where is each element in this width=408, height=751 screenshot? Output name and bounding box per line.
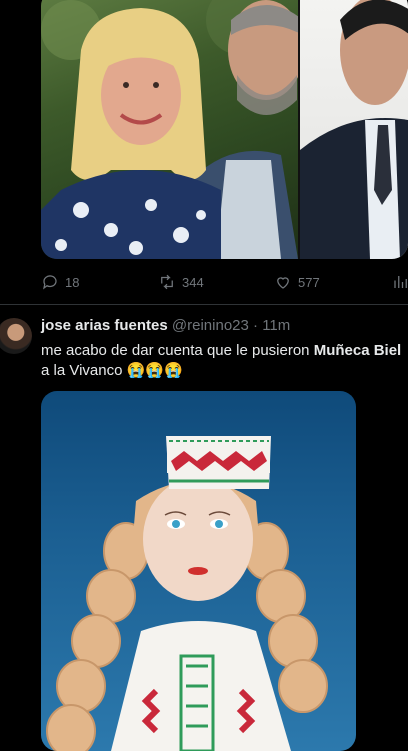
tweet-time[interactable]: 11m bbox=[262, 317, 290, 334]
prev-tweet-action-bar: 18 344 577 bbox=[41, 271, 408, 293]
reply-count: 18 bbox=[65, 274, 80, 290]
tweet-text-line2: a la Vivanco 😭😭😭 bbox=[41, 361, 401, 381]
like-icon bbox=[277, 277, 289, 289]
tweet-text-bold: Muñeca Biel bbox=[313, 342, 402, 359]
tweet-divider bbox=[0, 304, 408, 305]
views-button[interactable] bbox=[392, 273, 408, 291]
reply-icon bbox=[43, 275, 57, 290]
doll-photo-art bbox=[46, 436, 328, 751]
like-button[interactable]: 577 bbox=[274, 273, 320, 291]
display-name[interactable]: jose arias fuentes bbox=[41, 317, 168, 334]
avatar[interactable] bbox=[0, 318, 32, 354]
retweet-button[interactable]: 344 bbox=[158, 273, 204, 291]
prev-tweet-photo-man[interactable] bbox=[300, 0, 408, 259]
prev-tweet-photo-couple[interactable] bbox=[41, 0, 298, 259]
views-icon bbox=[394, 276, 407, 288]
retweet-icon bbox=[161, 274, 173, 290]
like-count: 577 bbox=[298, 274, 320, 290]
prev-tweet-media[interactable] bbox=[41, 0, 408, 259]
tweet-text-prefix: me acabo de dar cuenta que le pusieron bbox=[41, 342, 314, 359]
man-photo-art bbox=[300, 0, 408, 259]
user-handle[interactable]: @reinino23 bbox=[172, 317, 249, 334]
tweet-text: me acabo de dar cuenta que le pusieron M… bbox=[41, 341, 401, 381]
tweet-media-photo[interactable] bbox=[41, 391, 356, 751]
retweet-count: 344 bbox=[182, 274, 204, 290]
tweet-text-line1: me acabo de dar cuenta que le pusieron M… bbox=[41, 341, 401, 361]
tweet-text-line2-text: a la Vivanco bbox=[41, 362, 127, 379]
couple-photo-art bbox=[41, 0, 298, 259]
tweet-header: jose arias fuentes @reinino23 · 11m bbox=[41, 317, 290, 334]
reply-button[interactable]: 18 bbox=[41, 273, 79, 291]
separator-dot: · bbox=[253, 317, 259, 334]
crying-emoji: 😭😭😭 bbox=[126, 362, 183, 379]
